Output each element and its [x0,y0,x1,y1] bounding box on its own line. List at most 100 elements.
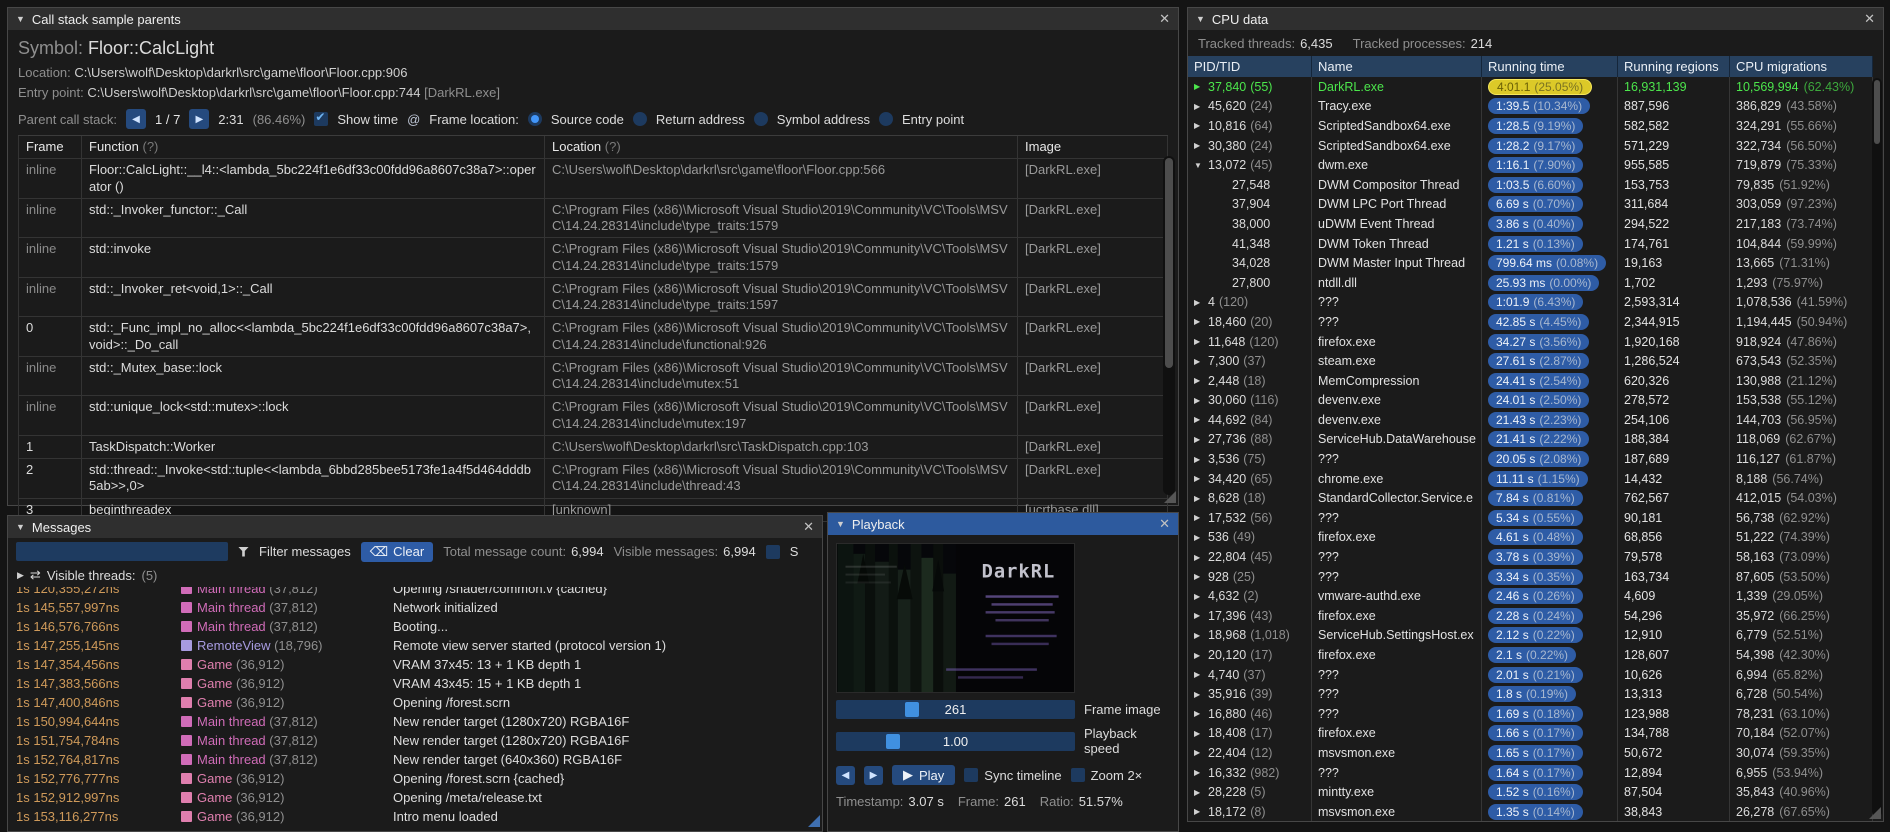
pid-cell[interactable]: ▶ 17,532 (56) [1188,508,1312,528]
running-time-button[interactable]: 1:01.9 (6.43%) [1488,294,1584,311]
pid-cell[interactable]: ▶ 22,804 (45) [1188,547,1312,567]
pid-cell[interactable]: ▶ 928 (25) [1188,566,1312,587]
pid-cell[interactable]: ▶ 16,332 (982) [1188,762,1312,783]
expand-arrow-icon[interactable]: ▶ [1194,592,1208,601]
cpu-row[interactable]: ▶ 4 (120) ??? 1:01.9 (6.43%) 2,593,314 1,07… [1188,292,1873,313]
cpu-row[interactable]: ▶ 17,532 (56) ??? 5.34 s (0.55%) 90,181 56,… [1188,508,1873,528]
col-name[interactable]: Name [1312,56,1482,77]
cpu-row[interactable]: ▶ 28,228 (5) mintty.exe 1.52 s (0.16%) 87,5… [1188,782,1873,802]
running-time-button[interactable]: 24.41 s (2.54%) [1488,372,1590,389]
running-time-button[interactable]: 6.69 s (0.70%) [1488,196,1583,213]
running-time-button[interactable]: 3.86 s (0.40%) [1488,215,1583,232]
pid-cell[interactable]: ▶ 10,816 (64) [1188,116,1312,136]
pid-cell[interactable]: ▶ 22,404 (12) [1188,743,1312,763]
cpu-row[interactable]: ▶ 928 (25) ??? 3.34 s (0.35%) 163,734 87,60… [1188,566,1873,587]
expand-arrow-icon[interactable]: ▶ [1194,317,1208,326]
callstack-frame-row[interactable]: 2 std::thread::_Invoke<std::tuple<<lambd… [18,459,1168,499]
expand-arrow-icon[interactable]: ▶ [1194,435,1208,444]
pid-cell[interactable]: ▶ 4,632 (2) [1188,586,1312,607]
expand-arrow-icon[interactable]: ▶ [1194,709,1208,718]
expand-arrow-icon[interactable]: ▶ [1194,553,1208,562]
frame-function[interactable]: std::unique_lock<std::mutex>::lock [82,396,545,435]
cpu-row[interactable]: ▶ 18,460 (20) ??? 42.85 s (4.45%) 2,344,915… [1188,312,1873,332]
cpu-row[interactable]: 27,548 DWM Compositor Thread 1:03.5 (6.60… [1188,174,1873,195]
cpu-row[interactable]: ▶ 18,408 (17) firefox.exe 1.66 s (0.17%) 13… [1188,723,1873,744]
cpu-row[interactable]: 27,800 ntdll.dll 25.93 ms (0.00%) 1,702 1… [1188,272,1873,293]
running-time-button[interactable]: 799.64 ms (0.08%) [1488,255,1607,272]
clipped-checkbox[interactable] [765,544,780,559]
running-time-button[interactable]: 2.12 s (0.22%) [1488,627,1583,644]
filter-input[interactable] [16,542,228,561]
expand-arrow-icon[interactable]: ▶ [1194,396,1208,405]
running-time-button[interactable]: 27.61 s (2.87%) [1488,353,1590,370]
next-parent-button[interactable]: ▶ [189,109,210,129]
close-icon[interactable]: ✕ [803,519,814,535]
cpu-row[interactable]: 34,028 DWM Master Input Thread 799.64 ms… [1188,253,1873,273]
pid-cell[interactable]: ▶ 18,408 (17) [1188,723,1312,744]
running-time-button[interactable]: 1.65 s (0.17%) [1488,744,1583,761]
running-time-button[interactable]: 1.64 s (0.17%) [1488,764,1583,781]
sync-timeline-checkbox[interactable] [964,768,979,782]
pid-cell[interactable]: ▶ 30,380 (24) [1188,135,1312,156]
expand-arrow-icon[interactable]: ▶ [1194,298,1208,307]
pid-cell[interactable]: ▶ 44,692 (84) [1188,410,1312,430]
frame-function[interactable]: std::_Invoker_ret<void,1>::_Call [82,277,545,317]
pid-cell[interactable]: ▶ 18,460 (20) [1188,312,1312,332]
running-time-button[interactable]: 1:28.5 (9.19%) [1488,117,1584,134]
running-time-button[interactable]: 1.8 s (0.19%) [1488,686,1577,703]
pid-cell[interactable]: ▶ 20,120 (17) [1188,645,1312,665]
pid-cell[interactable]: 37,904 [1188,194,1312,215]
close-icon[interactable]: ✕ [1159,11,1170,27]
message-row[interactable]: 1s 152,764,817ns Main thread (37,812) Ne… [8,750,822,769]
running-time-button[interactable]: 1:28.2 (9.17%) [1488,137,1584,154]
pid-cell[interactable]: ▶ 4 (120) [1188,292,1312,313]
pid-cell[interactable]: ▶ 3,536 (75) [1188,449,1312,469]
expand-arrow-icon[interactable]: ▶ [1194,572,1208,581]
frame-function[interactable]: std::_Invoker_functor::_Call [82,198,545,238]
radio-return-address[interactable] [632,112,647,126]
expand-arrow-icon[interactable]: ▶ [1194,415,1208,424]
frame-function[interactable]: std::_Mutex_base::lock [82,356,545,396]
running-time-button[interactable]: 1.35 s (0.14%) [1488,803,1583,820]
expand-arrow-icon[interactable]: ▶ [1194,513,1208,522]
expand-arrow-icon[interactable]: ▶ [1194,102,1208,111]
running-time-button[interactable]: 11.11 s (1.15%) [1488,470,1588,487]
callstack-frame-row[interactable]: inline std::_Invoker_functor::_Call C:\P… [18,198,1168,239]
cpu-row[interactable]: ▶ 44,692 (84) devenv.exe 21.43 s (2.23%) 25… [1188,410,1873,430]
cpu-row[interactable]: 37,904 DWM LPC Port Thread 6.69 s (0.70%)… [1188,194,1873,215]
prev-parent-button[interactable]: ◀ [126,109,146,129]
cpu-row[interactable]: ▶ 30,380 (24) ScriptedSandbox64.exe 1:28.2… [1188,135,1873,156]
expand-arrow-icon[interactable]: ▶ [1194,690,1208,699]
cpu-row[interactable]: ▶ 7,300 (37) steam.exe 27.61 s (2.87%) 1,28… [1188,351,1873,371]
callstack-frame-row[interactable]: inline std::unique_lock<std::mutex>::loc… [18,396,1168,436]
message-row[interactable]: 1s 152,912,997ns Game (36,912) Opening /… [8,788,822,807]
show-time-checkbox[interactable] [314,110,329,126]
running-time-button[interactable]: 2.1 s (0.22%) [1488,647,1577,664]
playback-speed-slider[interactable]: 1.00 [836,731,1075,751]
running-time-button[interactable]: 1:39.5 (10.34%) [1488,98,1591,115]
expand-arrow-icon[interactable]: ▶ [1194,533,1208,542]
cpu-row[interactable]: 41,348 DWM Token Thread 1.21 s (0.13%) 17… [1188,233,1873,254]
pid-cell[interactable]: ▶ 34,420 (65) [1188,468,1312,489]
collapse-arrow-icon[interactable]: ▼ [836,519,845,529]
cpu-row[interactable]: ▶ 34,420 (65) chrome.exe 11.11 s (1.15%) 14… [1188,468,1873,489]
expand-arrow-icon[interactable]: ▶ [1194,768,1208,777]
expand-arrow-icon[interactable]: ▶ [1194,82,1208,91]
callstack-scrollbar[interactable] [1163,156,1175,495]
zoom-2x-checkbox[interactable] [1070,768,1085,782]
resize-grip-icon[interactable] [1869,807,1881,819]
expand-arrow-icon[interactable]: ▶ [1194,611,1208,620]
pid-cell[interactable]: ▼ 13,072 (45) [1188,155,1312,175]
step-back-button[interactable]: ◀ [836,765,855,785]
pid-cell[interactable]: ▶ 536 (49) [1188,527,1312,548]
running-time-button[interactable]: 34.27 s (3.56%) [1488,333,1590,350]
cpu-row[interactable]: ▶ 16,332 (982) ??? 1.64 s (0.17%) 12,894 6,… [1188,762,1873,783]
play-button[interactable]: ▶ Play [892,765,956,785]
cpu-row[interactable]: ▶ 16,880 (46) ??? 1.69 s (0.18%) 123,988 78… [1188,704,1873,724]
pid-cell[interactable]: 38,000 [1188,214,1312,234]
pid-cell[interactable]: ▶ 18,968 (1,018) [1188,625,1312,646]
running-time-button[interactable]: 2.46 s (0.26%) [1488,588,1583,605]
expand-arrow-icon[interactable]: ▶ [1194,807,1208,816]
radio-source-code[interactable] [527,112,542,126]
message-row[interactable]: 1s 152,776,777ns Game (36,912) Opening /… [8,769,822,788]
